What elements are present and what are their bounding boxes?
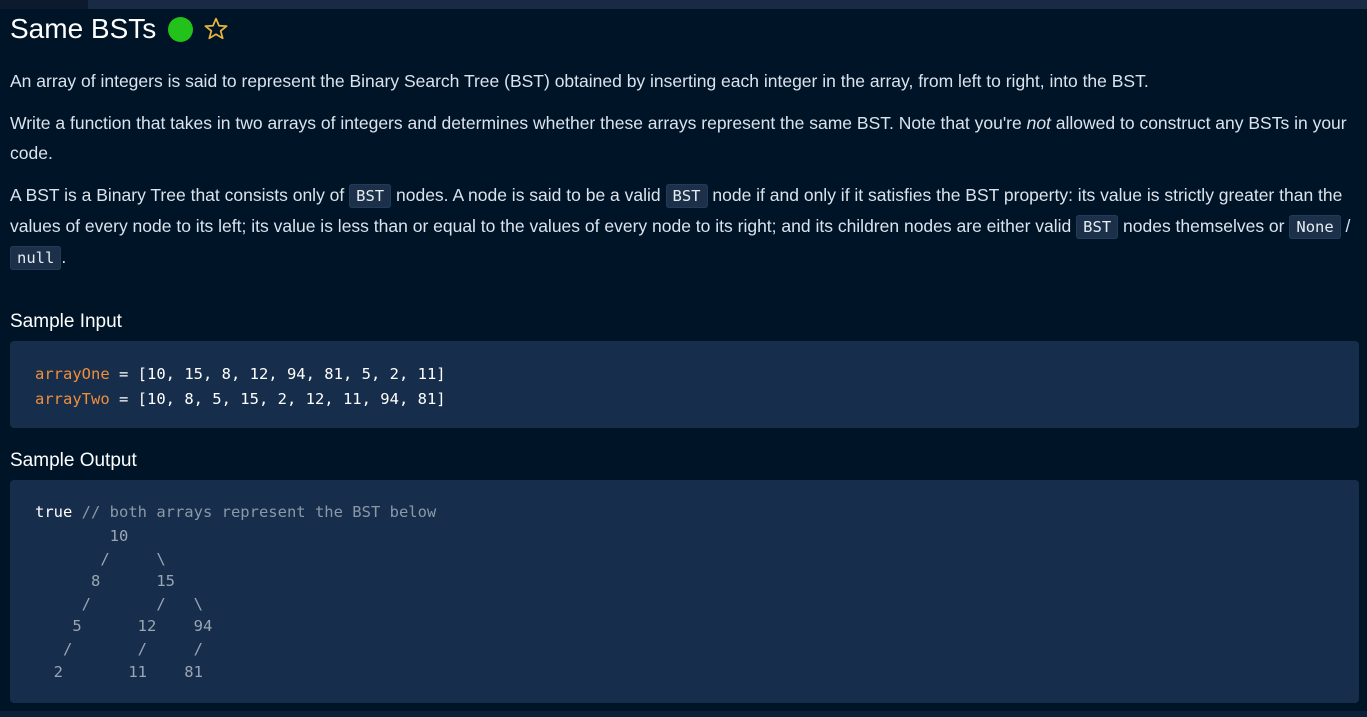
description-paragraph-2: Write a function that takes in two array… [10, 108, 1360, 168]
top-progress-track [88, 0, 1367, 9]
operator: = [109, 365, 138, 383]
inline-code-bst: BST [1076, 215, 1119, 239]
problem-title: Same BSTs [10, 13, 157, 44]
text-segment: nodes themselves or [1118, 216, 1290, 236]
array-value: [10, 8, 5, 15, 2, 12, 11, 94, 81] [137, 390, 446, 408]
description-paragraph-1: An array of integers is said to represen… [10, 71, 1149, 91]
sample-output-heading: Sample Output [10, 450, 137, 471]
bst-tree-diagram: 10 / \ 8 15 / / \ 5 12 94 / / / 2 11 81 [53, 527, 213, 681]
text-segment: nodes. A node is said to be a valid [391, 185, 666, 205]
variable-name: arrayTwo [35, 390, 110, 408]
description-paragraph-3: A BST is a Binary Tree that consists onl… [10, 180, 1360, 273]
text-segment: / [1340, 216, 1351, 236]
sample-output-code-block: true // both arrays represent the BST be… [10, 480, 1359, 703]
code-line: arrayTwo = [10, 8, 5, 15, 2, 12, 11, 94,… [35, 387, 1359, 412]
code-line: true // both arrays represent the BST be… [35, 500, 1359, 525]
code-comment: // both arrays represent the BST below [72, 503, 437, 521]
completed-status-icon [168, 16, 194, 42]
code-line: arrayOne = [10, 15, 8, 12, 94, 81, 5, 2,… [35, 362, 1359, 387]
title-row: Same BSTs [10, 9, 1360, 49]
array-value: [10, 15, 8, 12, 94, 81, 5, 2, 11] [137, 365, 446, 383]
inline-code-bst: BST [665, 184, 708, 208]
variable-name: arrayOne [35, 365, 110, 383]
inline-code-null: null [10, 246, 62, 270]
emphasis-not: not [1026, 113, 1051, 133]
bottom-divider [0, 711, 1367, 717]
sample-input-heading: Sample Input [10, 311, 122, 332]
problem-panel: Same BSTs An array of integers is said t… [10, 9, 1360, 703]
result-value: true [35, 503, 73, 521]
text-segment: Write a function that takes in two array… [10, 113, 1027, 133]
inline-code-bst: BST [349, 184, 392, 208]
top-progress-bar [0, 0, 1367, 9]
text-segment: A BST is a Binary Tree that consists onl… [10, 185, 350, 205]
operator: = [109, 390, 138, 408]
star-icon[interactable] [203, 16, 229, 42]
inline-code-none: None [1289, 215, 1341, 239]
sample-input-code-block: arrayOne = [10, 15, 8, 12, 94, 81, 5, 2,… [10, 341, 1359, 428]
text-segment: . [61, 247, 67, 267]
